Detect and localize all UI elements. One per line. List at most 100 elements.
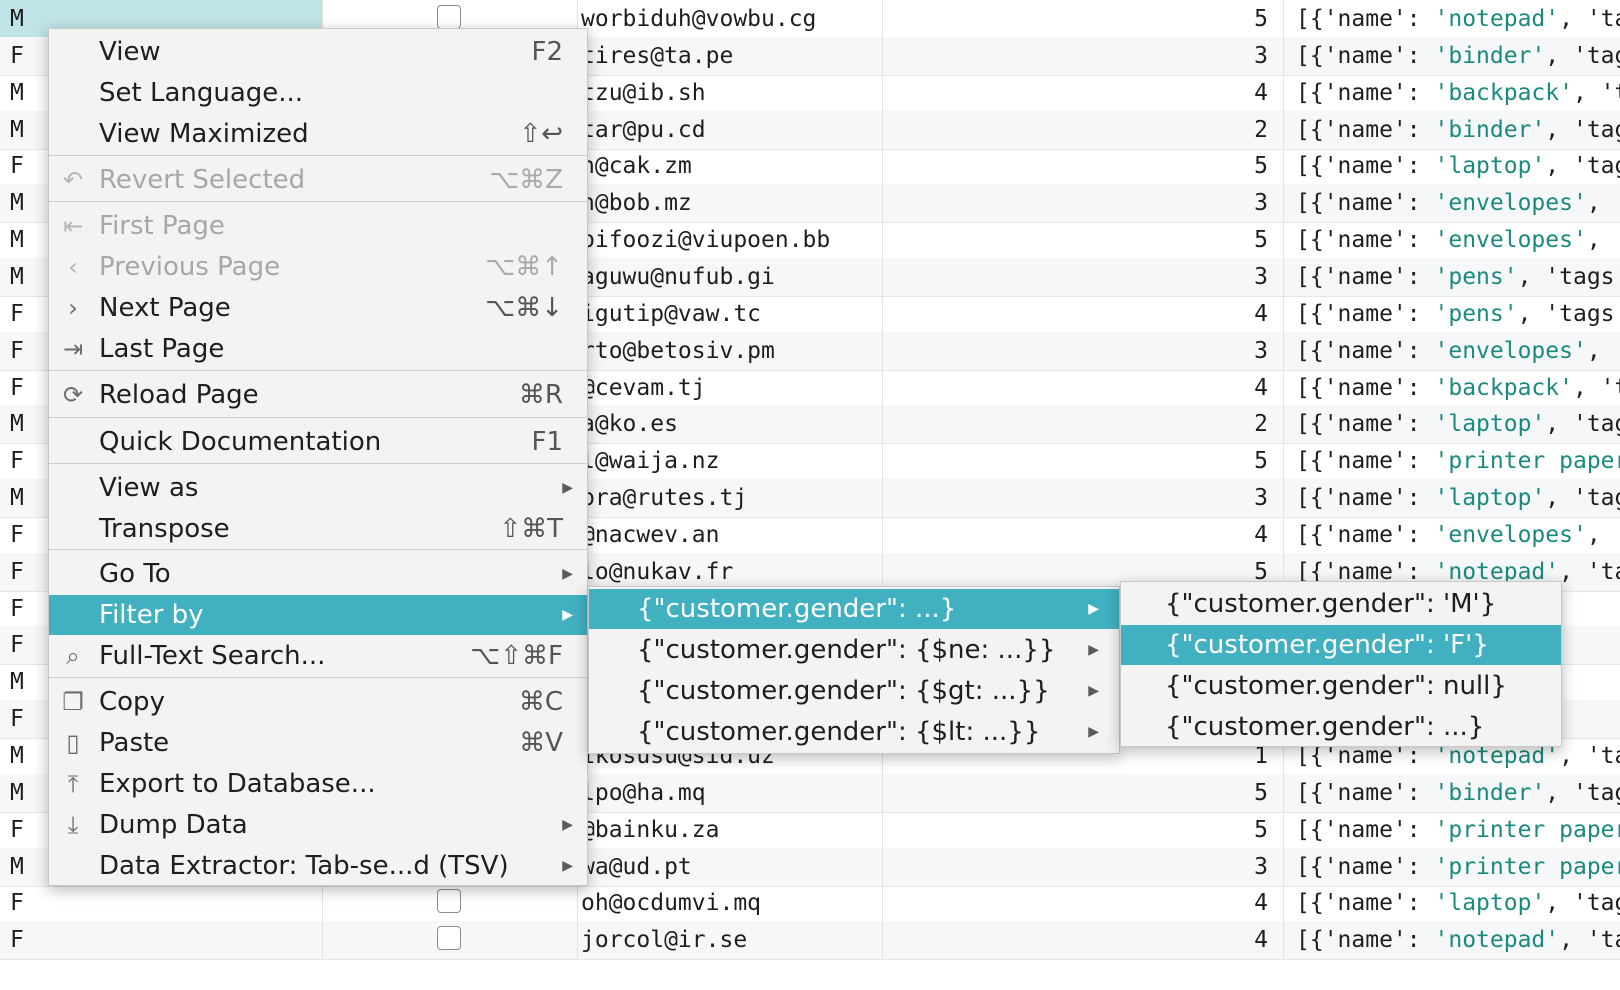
menu-item-data-extractor-tab-se-d-tsv[interactable]: Data Extractor: Tab-se...d (TSV) ▶ [49, 846, 587, 886]
quantity-cell[interactable]: 2 [882, 111, 1282, 149]
gender-cell[interactable]: M [0, 848, 50, 886]
gender-cell[interactable]: F [0, 553, 50, 591]
filter-value-option[interactable]: {"customer.gender": 'F'} [1121, 625, 1561, 665]
email-cell[interactable]: pra@rutes.tj [577, 479, 882, 517]
quantity-cell[interactable]: 3 [882, 258, 1282, 296]
gender-cell[interactable]: M [0, 774, 50, 812]
menu-item-view-maximized[interactable]: View Maximized ⇧↩ [49, 114, 587, 154]
gender-cell[interactable]: M [0, 405, 50, 443]
items-cell[interactable]: [{'name': 'notepad', 'ta [1283, 0, 1620, 38]
row-checkbox[interactable] [437, 926, 461, 950]
items-cell[interactable]: [{'name': 'binder', 'tag [1283, 37, 1620, 75]
items-cell[interactable]: [{'name': 'printer paper' [1283, 442, 1620, 480]
gender-cell[interactable]: F [0, 590, 50, 628]
items-cell[interactable]: [{'name': 'printer paper' [1283, 811, 1620, 849]
quantity-cell[interactable]: 3 [882, 848, 1282, 886]
email-cell[interactable]: pifoozi@viupoen.bb [577, 221, 882, 259]
gender-cell[interactable]: F [0, 700, 50, 738]
items-cell[interactable]: [{'name': 'laptop', 'tag [1283, 405, 1620, 443]
row-checkbox[interactable] [437, 5, 461, 29]
email-cell[interactable]: lpo@ha.mq [577, 774, 882, 812]
email-cell[interactable]: @cevam.tj [577, 369, 882, 407]
gender-cell[interactable]: F [0, 37, 50, 75]
menu-item-copy[interactable]: ❐ Copy ⌘C [49, 682, 587, 722]
gender-cell[interactable]: F [0, 369, 50, 407]
gender-cell[interactable]: M [0, 663, 50, 701]
menu-item-quick-documentation[interactable]: Quick Documentation F1 [49, 422, 587, 462]
email-cell[interactable]: oh@ocdumvi.mq [577, 884, 882, 922]
filter-option[interactable]: {"customer.gender": {$gt: ...}} ▶ [589, 671, 1119, 711]
row-checkbox[interactable] [437, 889, 461, 913]
email-cell[interactable]: n@cak.zm [577, 147, 882, 185]
gender-cell[interactable]: M [0, 737, 50, 775]
quantity-cell[interactable]: 5 [882, 0, 1282, 38]
items-cell[interactable]: [{'name': 'envelopes', ' [1283, 184, 1620, 222]
quantity-cell[interactable]: 4 [882, 369, 1282, 407]
gender-cell[interactable]: F [0, 147, 50, 185]
menu-item-full-text-search[interactable]: ⌕ Full-Text Search... ⌥⇧⌘F [49, 636, 587, 676]
items-cell[interactable]: [{'name': 'laptop', 'tag [1283, 147, 1620, 185]
table-row[interactable]: Foh@ocdumvi.mq4[{'name': 'laptop', 'tag [0, 884, 1620, 923]
email-cell[interactable]: n@bob.mz [577, 184, 882, 222]
gender-cell[interactable]: F [0, 811, 50, 849]
items-cell[interactable]: [{'name': 'pens', 'tags [1283, 258, 1620, 296]
email-cell[interactable]: worbiduh@vowbu.cg [577, 0, 882, 38]
quantity-cell[interactable]: 5 [882, 442, 1282, 480]
filter-option[interactable]: {"customer.gender": {$lt: ...}} ▶ [589, 712, 1119, 752]
quantity-cell[interactable]: 3 [882, 37, 1282, 75]
gender-cell[interactable]: M [0, 479, 50, 517]
filter-value-option[interactable]: {"customer.gender": null} [1121, 666, 1561, 706]
filter-value-option[interactable]: {"customer.gender": 'M'} [1121, 584, 1561, 624]
quantity-cell[interactable]: 5 [882, 774, 1282, 812]
quantity-cell[interactable]: 5 [882, 221, 1282, 259]
gender-cell[interactable]: F [0, 295, 50, 333]
menu-item-filter-by[interactable]: Filter by ▶ [49, 595, 587, 635]
menu-item-paste[interactable]: ▯ Paste ⌘V [49, 723, 587, 763]
items-cell[interactable]: [{'name': 'laptop', 'tag [1283, 884, 1620, 922]
email-cell[interactable]: jorcol@ir.se [577, 921, 882, 959]
email-cell[interactable]: rto@betosiv.pm [577, 332, 882, 370]
items-cell[interactable]: [{'name': 'backpack', 't [1283, 74, 1620, 112]
email-cell[interactable]: igutip@vaw.tc [577, 295, 882, 333]
quantity-cell[interactable]: 5 [882, 147, 1282, 185]
email-cell[interactable]: @bainku.za [577, 811, 882, 849]
checkbox-cell[interactable] [322, 921, 578, 959]
menu-item-view-as[interactable]: View as ▶ [49, 468, 587, 508]
email-cell[interactable]: aguwu@nufub.gi [577, 258, 882, 296]
items-cell[interactable]: [{'name': 'printer paper' [1283, 848, 1620, 886]
quantity-cell[interactable]: 5 [882, 811, 1282, 849]
gender-cell[interactable]: F [0, 332, 50, 370]
items-cell[interactable]: [{'name': 'laptop', 'tag [1283, 479, 1620, 517]
gender-cell[interactable]: F [0, 442, 50, 480]
menu-item-dump-data[interactable]: ⤓ Dump Data ▶ [49, 805, 587, 845]
email-cell[interactable]: a@ko.es [577, 405, 882, 443]
quantity-cell[interactable]: 4 [882, 295, 1282, 333]
email-cell[interactable]: l@waija.nz [577, 442, 882, 480]
quantity-cell[interactable]: 4 [882, 921, 1282, 959]
table-row[interactable]: Fjorcol@ir.se4[{'name': 'notepad', 'ta [0, 921, 1620, 960]
items-cell[interactable]: [{'name': 'backpack', 't [1283, 369, 1620, 407]
email-cell[interactable]: wa@ud.pt [577, 848, 882, 886]
quantity-cell[interactable]: 4 [882, 884, 1282, 922]
filter-option[interactable]: {"customer.gender": ...} ▶ [589, 589, 1119, 629]
email-cell[interactable]: tar@pu.cd [577, 111, 882, 149]
email-cell[interactable]: tzu@ib.sh [577, 74, 882, 112]
items-cell[interactable]: [{'name': 'binder', 'tag [1283, 774, 1620, 812]
menu-item-go-to[interactable]: Go To ▶ [49, 554, 587, 594]
items-cell[interactable]: [{'name': 'envelopes', ' [1283, 516, 1620, 554]
items-cell[interactable]: [{'name': 'pens', 'tags [1283, 295, 1620, 333]
gender-cell[interactable]: M [0, 184, 50, 222]
quantity-cell[interactable]: 3 [882, 184, 1282, 222]
menu-item-transpose[interactable]: Transpose ⇧⌘T [49, 509, 587, 549]
gender-cell[interactable]: M [0, 74, 50, 112]
filter-value-option[interactable]: {"customer.gender": ...} [1121, 707, 1561, 747]
filter-option[interactable]: {"customer.gender": {$ne: ...}} ▶ [589, 630, 1119, 670]
items-cell[interactable]: [{'name': 'binder', 'tag [1283, 111, 1620, 149]
menu-item-set-language[interactable]: Set Language... [49, 73, 587, 113]
menu-item-next-page[interactable]: › Next Page ⌥⌘↓ [49, 288, 587, 328]
items-cell[interactable]: [{'name': 'envelopes', ' [1283, 332, 1620, 370]
gender-cell[interactable]: F [0, 516, 50, 554]
gender-cell[interactable]: F [0, 626, 50, 664]
gender-cell[interactable]: F [0, 921, 50, 959]
menu-item-reload-page[interactable]: ⟳ Reload Page ⌘R [49, 375, 587, 415]
